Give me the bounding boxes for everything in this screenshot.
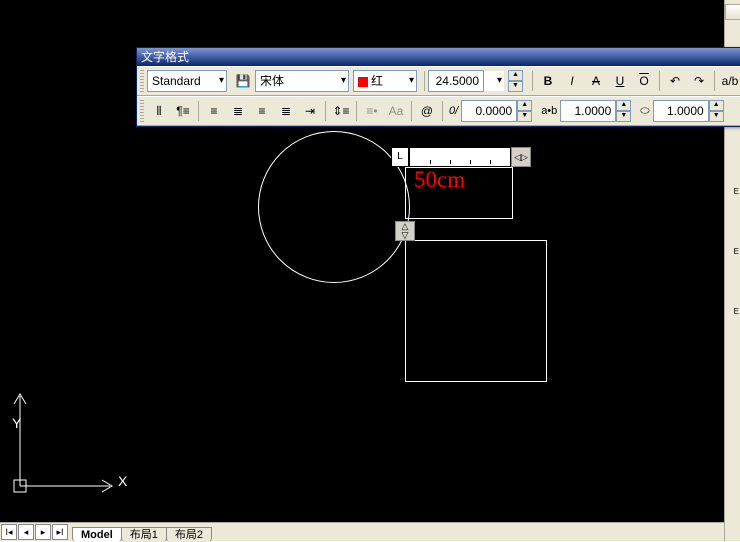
uppercase-button[interactable]: Aa [384,99,408,123]
text-style-dropdown[interactable]: Standard [147,70,227,92]
mtext-tab-marker[interactable]: L [391,147,409,167]
align-center-button[interactable]: ≣ [226,99,250,123]
overline-button[interactable]: O [632,69,656,93]
line-spacing-button[interactable]: ⇕≡ [329,99,353,123]
align-right-button[interactable]: ≡ [250,99,274,123]
tab-layout2[interactable]: 布局2 [166,527,212,542]
redo-button[interactable]: ↷ [687,69,711,93]
mtext-horizontal-ruler[interactable]: L ◁▷ [391,147,531,167]
ucs-x-label: X [118,474,127,488]
rectangle-large [405,240,547,382]
width-factor-icon: a•b [538,100,560,122]
justify-button[interactable]: ≣ [274,99,298,123]
text-format-toolbar[interactable]: 文字格式 Standard 💾 宋体 红 24.5000 ▲▼ B I A U … [136,47,740,127]
dock-marker-1: E [734,188,739,196]
tool-palette-icon[interactable] [725,4,740,20]
grip-icon[interactable] [140,70,144,92]
numbering-button[interactable]: ≡• [360,99,384,123]
style-save-button[interactable]: 💾 [231,69,255,93]
mtext-content[interactable]: 50cm [414,168,465,191]
circle-shape [258,131,410,283]
italic-button[interactable]: I [560,69,584,93]
tracking-icon: ⬭ [637,100,652,122]
tab-nav-first[interactable]: I◂ [1,524,17,540]
underline-button[interactable]: U [608,69,632,93]
font-dropdown[interactable]: 宋体 [255,70,349,92]
undo-button[interactable]: ↶ [663,69,687,93]
tracking-input[interactable]: 1.0000 [653,100,709,122]
grip-icon[interactable] [140,100,144,122]
align-left-button[interactable]: ≡ [202,99,226,123]
dock-marker-2: E [734,248,739,256]
text-height-spinner[interactable]: ▲▼ [508,70,523,92]
oblique-spinner[interactable]: ▲▼ [517,100,532,122]
tab-nav-prev[interactable]: ◂ [18,524,34,540]
mtext-height-grip[interactable]: △▽ [395,221,415,241]
distribute-button[interactable]: ⇥ [298,99,322,123]
width-factor-spinner[interactable]: ▲▼ [616,100,631,122]
dock-marker-3: E [734,308,739,316]
columns-button[interactable]: ⦀ [147,99,171,123]
bold-button[interactable]: B [536,69,560,93]
layout-tab-bar: I◂ ◂ ▸ ▸I Model 布局1 布局2 [0,522,724,541]
text-height-input[interactable]: 24.5000 [428,70,484,92]
strikethrough-button[interactable]: A [584,69,608,93]
tab-nav-last[interactable]: ▸I [52,524,68,540]
oblique-input[interactable]: 0.0000 [461,100,517,122]
symbol-button[interactable]: @ [415,99,439,123]
color-dropdown[interactable]: 红 [353,70,417,92]
toolbar-title[interactable]: 文字格式 [137,48,740,66]
mtext-options-button[interactable]: ¶≡ [171,99,195,123]
stack-button[interactable]: a/b [718,69,740,93]
mtext-width-grip[interactable]: ◁▷ [511,147,531,167]
width-factor-input[interactable]: 1.0000 [560,100,616,122]
tab-model[interactable]: Model [72,527,122,542]
tracking-spinner[interactable]: ▲▼ [709,100,724,122]
mtext-ruler[interactable] [409,147,511,167]
oblique-icon: 0/ [446,100,461,122]
ucs-y-label: Y [12,416,21,430]
tab-nav-next[interactable]: ▸ [35,524,51,540]
tab-layout1[interactable]: 布局1 [121,527,167,542]
